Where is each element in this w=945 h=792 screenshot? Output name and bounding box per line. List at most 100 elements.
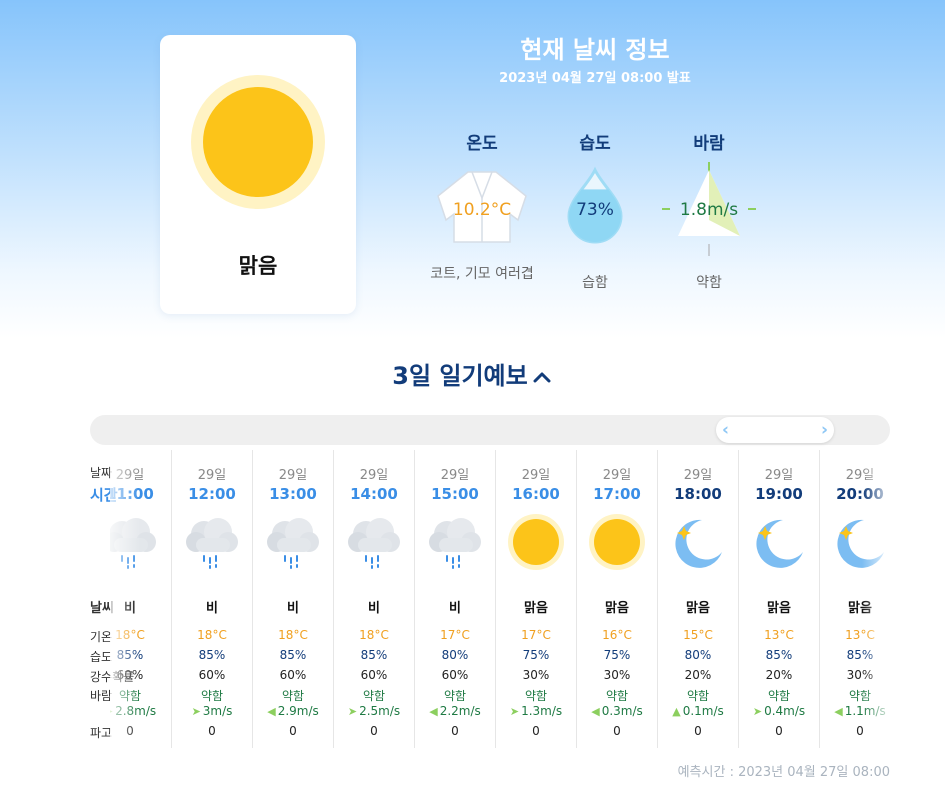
forecast-weather: 맑음: [767, 601, 791, 616]
forecast-wind: 약함: [362, 689, 386, 703]
forecast-temp: 15°C: [683, 628, 713, 642]
forecast-wind: 약함: [524, 689, 548, 703]
forecast-wind: 약함: [443, 689, 467, 703]
forecast-precip: 60%: [279, 668, 307, 682]
forecast-weather: 맑음: [524, 601, 548, 616]
wind-direction-icon: ➤: [191, 705, 201, 718]
forecast-humidity: 80%: [684, 648, 712, 662]
current-condition: 맑음: [238, 254, 278, 278]
forecast-time: 예측시간 : 2023년 04월 27일 08:00: [677, 765, 890, 780]
forecast-humidity: 75%: [603, 648, 631, 662]
rain-cloud-icon: [429, 518, 481, 569]
forecast-time-cell: 18:00: [674, 485, 722, 503]
forecast-wind: 약함: [605, 689, 629, 703]
forecast-day: 29일: [764, 468, 794, 483]
chevron-up-icon: [533, 372, 551, 383]
forecast-humidity: 85%: [279, 648, 307, 662]
forecast-humidity: 85%: [765, 648, 793, 662]
forecast-day: 29일: [197, 468, 227, 483]
forecast-precip: 30%: [522, 668, 550, 682]
wind-direction-icon: ➤: [752, 705, 763, 718]
forecast-time-cell: 19:00: [755, 485, 803, 503]
wind-speed-value: 3m/s: [202, 704, 233, 718]
forecast-wave: 0: [289, 724, 297, 738]
forecast-toggle[interactable]: 3일 일기예보: [372, 356, 572, 391]
forecast-column: 29일 17:00 맑음 16°C 75% 30% 약함 ◀ 0.3m/s 0: [576, 450, 656, 748]
forecast-temp: 18°C: [197, 628, 227, 642]
forecast-precip: 30%: [603, 668, 631, 682]
forecast-temp: 17°C: [440, 628, 470, 642]
temperature-advice: 코트, 기모 여러겹: [430, 266, 534, 282]
sun-icon: [508, 514, 564, 570]
rain-cloud-icon: [348, 518, 400, 569]
wind-value: 1.8m/s: [679, 200, 739, 220]
humidity-desc: 습함: [582, 275, 608, 291]
wind-direction-icon: ◀: [267, 705, 276, 718]
forecast-temp: 17°C: [521, 628, 551, 642]
forecast-table[interactable]: 29일11:00비18°C85%60%약함➤2.8m/s029일12:00비18…: [110, 450, 890, 750]
forecast-wind-speed: ➤ 1.3m/s: [496, 704, 576, 718]
forecast-wind: 약함: [767, 689, 791, 703]
forecast-wave: 0: [208, 724, 216, 738]
forecast-day: 29일: [359, 468, 389, 483]
sun-icon: [191, 75, 325, 209]
forecast-humidity: 85%: [360, 648, 388, 662]
wind-direction-icon: ➤: [347, 705, 358, 718]
forecast-weather: 비: [206, 601, 218, 616]
forecast-day: 29일: [278, 468, 308, 483]
row-label-temp: 기온: [90, 630, 113, 644]
forecast-precip: 60%: [360, 668, 388, 682]
temperature-value: 10.2°C: [452, 200, 512, 220]
forecast-wind-speed: ▲ 0.1m/s: [658, 704, 738, 718]
forecast-column: 29일 15:00 비 17°C 80% 60% 약함 ◀ 2.2m/s 0: [414, 450, 494, 748]
row-label-wind: 바람: [90, 689, 113, 703]
forecast-column: 29일 18:00 맑음 15°C 80% 20% 약함 ▲ 0.1m/s 0: [657, 450, 737, 748]
wind-direction-icon: ◀: [591, 705, 600, 718]
forecast-wind: 약함: [200, 689, 224, 703]
scrollbar-thumb[interactable]: ‹ ›: [716, 417, 834, 443]
forecast-weather: 비: [449, 601, 461, 616]
sun-icon: [589, 514, 645, 570]
forecast-wave: 0: [532, 724, 540, 738]
forecast-time-cell: 17:00: [593, 485, 641, 503]
forecast-humidity: 75%: [522, 648, 550, 662]
moon-icon: [675, 519, 722, 568]
forecast-temp: 13°C: [764, 628, 794, 642]
forecast-weather: 맑음: [605, 601, 629, 616]
wind-speed-value: 2.9m/s: [277, 704, 319, 718]
humidity-label: 습도: [579, 134, 611, 154]
forecast-time-cell: 15:00: [431, 485, 479, 503]
forecast-wind-speed: ◀ 2.9m/s: [253, 704, 333, 718]
forecast-wind-speed: ➤ 3m/s: [172, 704, 252, 718]
forecast-precip: 60%: [441, 668, 469, 682]
current-weather-title: 현재 날씨 정보: [520, 36, 670, 64]
forecast-wave: 0: [775, 724, 783, 738]
forecast-time-cell: 12:00: [188, 485, 236, 503]
forecast-time-cell: 13:00: [269, 485, 317, 503]
forecast-day: 29일: [602, 468, 632, 483]
forecast-column: 29일 16:00 맑음 17°C 75% 30% 약함 ➤ 1.3m/s 0: [495, 450, 575, 748]
forecast-wind-speed: ◀ 2.2m/s: [415, 704, 495, 718]
forecast-day: 29일: [683, 468, 713, 483]
wind-direction-icon: ◀: [834, 705, 843, 718]
wind-speed-value: 2.2m/s: [439, 704, 481, 718]
moon-icon: [756, 519, 803, 568]
forecast-wave: 0: [370, 724, 378, 738]
forecast-wind: 약함: [686, 689, 710, 703]
row-label-wave: 파고: [90, 726, 113, 740]
chevron-right-icon[interactable]: ›: [821, 420, 828, 440]
wind-direction-icon: ➤: [509, 705, 520, 718]
forecast-day: 29일: [440, 468, 470, 483]
forecast-wind-speed: ➤ 2.5m/s: [334, 704, 414, 718]
wind-speed-value: 0.1m/s: [682, 704, 724, 718]
forecast-title: 3일 일기예보: [392, 362, 528, 390]
fade-right: [862, 450, 890, 750]
forecast-column: 29일 12:00 비 18°C 85% 60% 약함 ➤ 3m/s 0: [171, 450, 251, 748]
forecast-precip: 60%: [198, 668, 226, 682]
forecast-wave: 0: [694, 724, 702, 738]
forecast-weather: 비: [287, 601, 299, 616]
chevron-left-icon[interactable]: ‹: [722, 420, 729, 440]
forecast-time-cell: 14:00: [350, 485, 398, 503]
rain-cloud-icon: [267, 518, 319, 569]
forecast-column: 29일 13:00 비 18°C 85% 60% 약함 ◀ 2.9m/s 0: [252, 450, 332, 748]
